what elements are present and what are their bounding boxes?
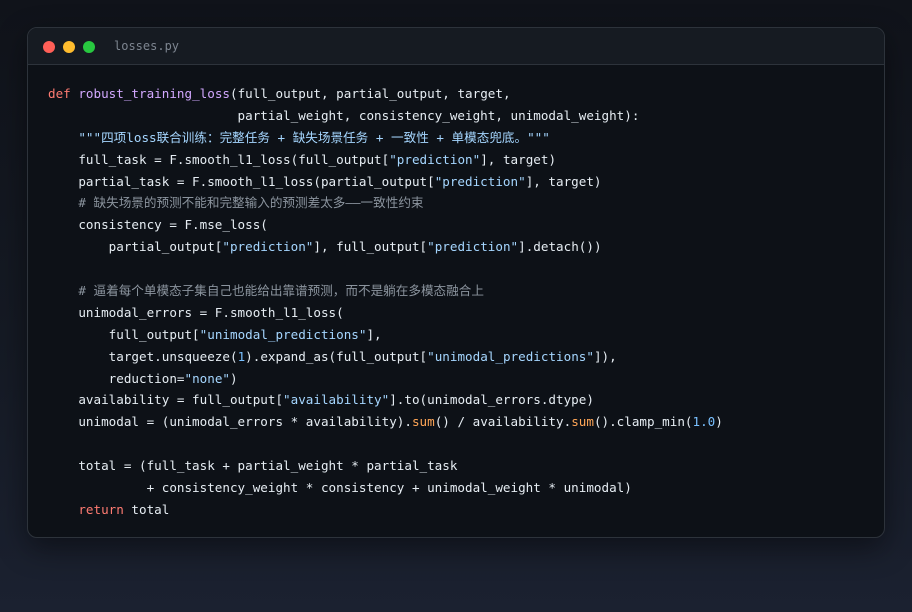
code-token: ]), [593, 348, 617, 364]
code-token: "prediction" [434, 173, 526, 189]
code-token: partial_task = F.smooth_l1_loss(partial_… [48, 173, 435, 189]
code-token: sum [571, 414, 594, 430]
code-token: "prediction" [389, 151, 481, 167]
code-line: consistency = F.mse_loss( [48, 214, 723, 236]
code-line: partial_weight, consistency_weight, unim… [48, 105, 723, 127]
close-window-button[interactable] [43, 41, 55, 53]
code-line: full_output["unimodal_predictions"], [48, 324, 723, 346]
code-line: unimodal = (unimodal_errors * availabili… [48, 411, 723, 433]
code-token: 1.0 [692, 414, 716, 430]
code-token: full_output[ [48, 326, 200, 342]
code-token: "prediction" [222, 239, 314, 255]
code-line: """四项loss联合训练：完整任务 + 缺失场景任务 + 一致性 + 单模态兜… [48, 127, 723, 149]
code-token: availability = full_output[ [48, 392, 284, 408]
code-line: partial_task = F.smooth_l1_loss(partial_… [48, 171, 723, 193]
code-line: target.unsqueeze(1).expand_as(full_outpu… [48, 346, 723, 368]
code-token: ], [366, 326, 382, 342]
code-block: def robust_training_loss(full_output, pa… [48, 83, 723, 521]
code-line: # 缺失场景的预测不能和完整输入的预测差太多——一致性约束 [48, 192, 723, 214]
code-token: "prediction" [427, 239, 519, 255]
code-token: "unimodal_predictions" [427, 348, 594, 364]
code-line: total = (full_task + partial_weight * pa… [48, 455, 723, 477]
code-window: losses.py def robust_training_loss(full_… [27, 27, 885, 538]
code-token: ], target) [480, 151, 557, 167]
code-token: """四项loss联合训练：完整任务 + 缺失场景任务 + 一致性 + 单模态兜… [78, 129, 550, 145]
code-line: + consistency_weight * consistency + uni… [48, 477, 723, 499]
code-token: + consistency_weight * consistency + uni… [48, 480, 632, 496]
code-token: def [48, 86, 71, 101]
window-titlebar: losses.py [28, 28, 884, 65]
code-token: ], target) [525, 173, 602, 189]
code-token: # 缺失场景的预测不能和完整输入的预测差太多——一致性约束 [78, 195, 424, 211]
code-line: return total [48, 499, 723, 521]
code-token: return [78, 501, 124, 517]
code-line: def robust_training_loss(full_output, pa… [48, 83, 723, 105]
maximize-window-button[interactable] [83, 41, 95, 53]
code-token: ) [715, 414, 723, 430]
code-token: target.unsqueeze( [48, 348, 238, 364]
code-token: ].detach()) [518, 239, 602, 255]
code-token: (full_output, partial_output, target, [230, 86, 511, 101]
code-token: "none" [184, 370, 230, 386]
code-line: # 逼着每个单模态子集自己也能给出靠谱预测，而不是躺在多模态融合上 [48, 280, 723, 302]
minimize-window-button[interactable] [63, 41, 75, 53]
code-token: sum [411, 414, 435, 430]
code-token: ].to(unimodal_errors.dtype) [389, 392, 594, 408]
code-token: "availability" [283, 392, 390, 408]
code-line: partial_output["prediction"], full_outpu… [48, 236, 723, 258]
code-line: availability = full_output["availability… [48, 389, 723, 411]
code-token: unimodal = (unimodal_errors * availabili… [48, 414, 412, 430]
code-token: () / availability. [434, 414, 572, 430]
code-token: total = (full_task + partial_weight * pa… [48, 458, 458, 474]
code-token: # 逼着每个单模态子集自己也能给出靠谱预测，而不是躺在多模态融合上 [78, 283, 484, 299]
code-token: robust_training_loss [78, 86, 230, 101]
code-token: reduction= [48, 370, 185, 386]
code-token: consistency = F.mse_loss( [48, 217, 268, 233]
code-token: ], full_output[ [313, 239, 428, 255]
code-token: "unimodal_predictions" [199, 326, 367, 342]
code-token: ().clamp_min( [593, 414, 693, 430]
code-line: full_task = F.smooth_l1_loss(full_output… [48, 149, 723, 171]
code-token: partial_weight, consistency_weight, unim… [48, 107, 640, 123]
code-token: total [123, 501, 170, 517]
code-token: unimodal_errors = F.smooth_l1_loss( [48, 304, 344, 320]
code-token: partial_output[ [48, 239, 223, 255]
code-line: unimodal_errors = F.smooth_l1_loss( [48, 302, 723, 324]
file-name: losses.py [114, 39, 180, 53]
code-token: ) [229, 370, 238, 386]
code-token: ).expand_as(full_output[ [245, 348, 428, 364]
code-token: full_task = F.smooth_l1_loss(full_output… [48, 151, 390, 167]
code-line: reduction="none") [48, 368, 723, 390]
